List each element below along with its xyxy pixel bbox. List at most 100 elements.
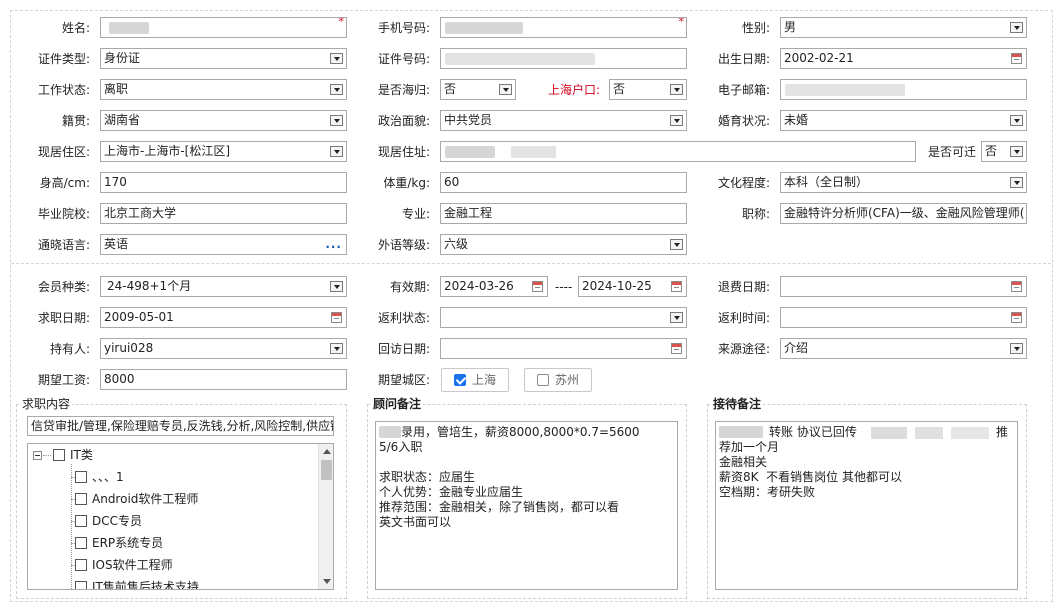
checkbox-unchecked-icon[interactable]: [75, 471, 87, 483]
section-divider: [11, 263, 1051, 264]
tree-item[interactable]: IOS软件工程师: [28, 556, 318, 574]
source-select[interactable]: 介绍: [780, 338, 1027, 359]
school-field[interactable]: 北京工商大学: [100, 203, 347, 224]
checkbox-unchecked-icon[interactable]: [75, 515, 87, 527]
member-type-select[interactable]: 24-498+1个月: [100, 276, 347, 297]
dropdown-arrow-icon[interactable]: [330, 53, 343, 64]
job-date-field[interactable]: 2009-05-01: [100, 307, 347, 328]
city-shanghai-checkbox[interactable]: 上海: [441, 368, 509, 392]
dropdown-arrow-icon[interactable]: [1010, 343, 1023, 354]
professional-title-field[interactable]: 金融特许分析师(CFA)一级、金融风险管理师(: [780, 203, 1027, 224]
holder-select[interactable]: yirui028: [100, 338, 347, 359]
tree-item[interactable]: Android软件工程师: [28, 490, 318, 508]
marital-status-select[interactable]: 未婚: [780, 110, 1027, 131]
scroll-up-icon[interactable]: [319, 444, 333, 459]
advisor-notes-textarea[interactable]: 录用，管培生，薪资8000,8000*0.7=5600 5/6入职 求职状态：应…: [375, 421, 678, 590]
calendar-icon[interactable]: [671, 343, 682, 354]
dropdown-arrow-icon[interactable]: [670, 115, 683, 126]
work-status-select[interactable]: 离职: [100, 79, 347, 100]
school-label: 毕业院校:: [37, 207, 90, 221]
calendar-icon[interactable]: [1011, 312, 1022, 323]
dropdown-arrow-icon[interactable]: [330, 281, 343, 292]
education-select[interactable]: 本科（全日制）: [780, 172, 1027, 193]
calendar-icon[interactable]: [671, 281, 682, 292]
expected-salary-field[interactable]: 8000: [100, 369, 347, 390]
phone-field[interactable]: *: [440, 17, 687, 38]
weight-field[interactable]: 60: [440, 172, 687, 193]
major-field[interactable]: 金融工程: [440, 203, 687, 224]
dropdown-arrow-icon[interactable]: [1010, 146, 1023, 157]
id-number-field[interactable]: [440, 48, 687, 69]
rebate-status-select[interactable]: [440, 307, 687, 328]
dropdown-arrow-icon[interactable]: [1010, 177, 1023, 188]
source-value: 介绍: [784, 341, 809, 355]
dropdown-arrow-icon[interactable]: [330, 146, 343, 157]
tree-item[interactable]: DCC专员: [28, 512, 318, 530]
dropdown-arrow-icon[interactable]: [1010, 115, 1023, 126]
visit-date-field[interactable]: [440, 338, 687, 359]
job-category-tree[interactable]: IT类 、、、1 Android软件工程师 DCC专员 ERP系统专员 IOS软…: [27, 443, 334, 590]
birth-date-field[interactable]: 2002-02-21: [780, 48, 1027, 69]
dropdown-arrow-icon[interactable]: [330, 115, 343, 126]
checkbox-unchecked-icon[interactable]: [75, 559, 87, 571]
reception-notes-textarea[interactable]: 转账 协议已回传 推 荐加一个月 金融相关 薪资8K 不看销售岗位 其他都可以 空…: [715, 421, 1018, 590]
professional-title-value: 金融特许分析师(CFA)一级、金融风险管理师(: [784, 206, 1025, 220]
height-value: 170: [104, 175, 127, 189]
city-suzhou-checkbox[interactable]: 苏州: [524, 368, 592, 392]
dropdown-arrow-icon[interactable]: [670, 312, 683, 323]
dropdown-arrow-icon[interactable]: [670, 239, 683, 250]
tree-item[interactable]: ERP系统专员: [28, 534, 318, 552]
language-field[interactable]: 英语 ...: [100, 234, 347, 255]
checkbox-unchecked-icon[interactable]: [537, 374, 549, 386]
checkbox-unchecked-icon[interactable]: [75, 537, 87, 549]
gender-select[interactable]: 男: [780, 17, 1027, 38]
foreign-language-level-select[interactable]: 六级: [440, 234, 687, 255]
dropdown-arrow-icon[interactable]: [330, 343, 343, 354]
calendar-icon[interactable]: [1011, 53, 1022, 64]
more-options-icon[interactable]: ...: [325, 237, 342, 251]
shanghai-hukou-label: 上海户口:: [547, 83, 600, 97]
calendar-icon[interactable]: [331, 312, 342, 323]
tree-item[interactable]: 、、、1: [28, 468, 318, 486]
validity-start-field[interactable]: 2024-03-26: [440, 276, 548, 297]
validity-end-field[interactable]: 2024-10-25: [578, 276, 687, 297]
redacted-text: [379, 426, 401, 438]
residence-address-field[interactable]: [440, 141, 916, 162]
checkbox-unchecked-icon[interactable]: [53, 449, 65, 461]
tree-item[interactable]: IT售前售后技术支持: [28, 578, 318, 589]
id-type-select[interactable]: 身份证: [100, 48, 347, 69]
dropdown-arrow-icon[interactable]: [499, 84, 512, 95]
note-line: 转账 协议已回传 推: [719, 425, 1014, 440]
refund-date-field[interactable]: [780, 276, 1027, 297]
tree-scrollbar[interactable]: [318, 444, 333, 589]
native-place-select[interactable]: 湖南省: [100, 110, 347, 131]
residence-area-select[interactable]: 上海市-上海市-[松江区]: [100, 141, 347, 162]
checkbox-checked-icon[interactable]: [454, 374, 466, 386]
dropdown-arrow-icon[interactable]: [670, 84, 683, 95]
name-field[interactable]: *: [100, 17, 347, 38]
checkbox-unchecked-icon[interactable]: [75, 581, 87, 589]
checkbox-unchecked-icon[interactable]: [75, 493, 87, 505]
redacted-email: [785, 84, 905, 96]
native-place-label: 籍贯:: [61, 114, 90, 128]
dropdown-arrow-icon[interactable]: [330, 84, 343, 95]
note-text-tail: 推: [996, 425, 1009, 439]
email-field[interactable]: [780, 79, 1027, 100]
job-content-summary-field[interactable]: 信贷审批/管理,保险理赔专员,反洗钱,分析,风险控制,供应链: [27, 416, 334, 436]
note-line: 空档期：考研失败: [719, 485, 816, 499]
returnee-select[interactable]: 否: [440, 79, 516, 100]
calendar-icon[interactable]: [1011, 281, 1022, 292]
height-field[interactable]: 170: [100, 172, 347, 193]
political-status-select[interactable]: 中共党员: [440, 110, 687, 131]
shanghai-hukou-select[interactable]: 否: [609, 79, 687, 100]
height-label: 身高/cm:: [39, 176, 90, 190]
dropdown-arrow-icon[interactable]: [1010, 22, 1023, 33]
birth-date-value: 2002-02-21: [784, 51, 854, 65]
required-asterisk: *: [678, 17, 685, 28]
relocate-select[interactable]: 否: [981, 141, 1027, 162]
rebate-time-field[interactable]: [780, 307, 1027, 328]
calendar-icon[interactable]: [532, 281, 543, 292]
scrollbar-thumb[interactable]: [321, 460, 332, 480]
scroll-down-icon[interactable]: [319, 574, 333, 589]
tree-root-item[interactable]: IT类: [28, 446, 318, 464]
